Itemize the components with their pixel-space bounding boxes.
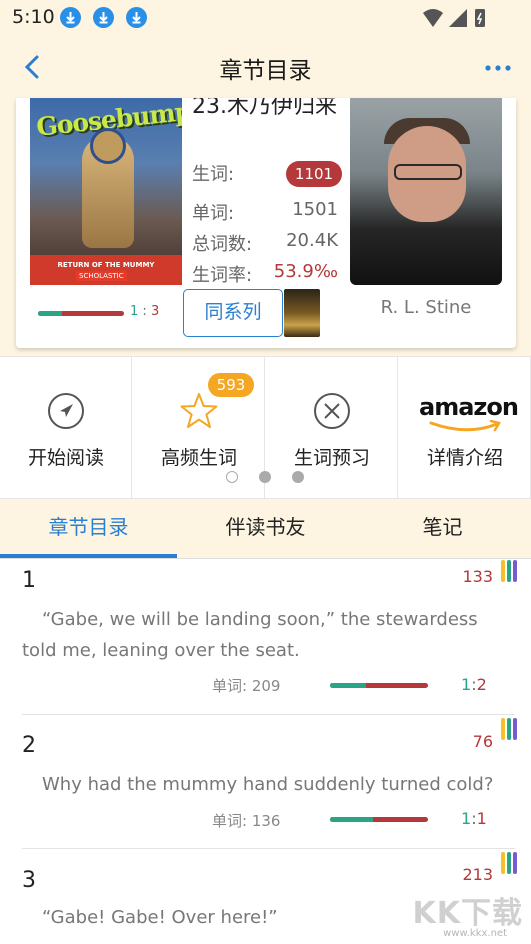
status-bar: 5:10 xyxy=(0,0,531,36)
tab-indicator xyxy=(0,554,177,558)
cover-brand: SCHOLASTIC xyxy=(76,271,127,281)
cover-caption: RETURN OF THE MUMMY xyxy=(57,261,155,269)
chapter-ratio-bar xyxy=(330,683,428,688)
ratio-unknown: 2 xyxy=(476,675,487,694)
feature-label: 详情介绍 xyxy=(426,447,503,469)
navigation-arrow-icon xyxy=(48,393,84,429)
chapter-excerpt: “Gabe, we will be landing soon,” the ste… xyxy=(22,609,478,661)
book-card-area: Goosebumps RETURN OF THE MUMMY SCHOLASTI… xyxy=(0,98,531,356)
same-series-button[interactable]: 同系列 xyxy=(183,289,283,337)
chapter-tag-stripes xyxy=(501,560,519,584)
frequent-words-button[interactable]: 593 高频生词 xyxy=(133,357,265,500)
chapter-word-count: 单词: 209 xyxy=(212,677,281,695)
ratio-known: 1 xyxy=(461,809,472,828)
chapter-item[interactable]: 2 76 Why had the mummy hand suddenly tur… xyxy=(0,716,531,850)
total-words-value: 20.4K xyxy=(286,230,338,251)
ratio-known: 1 xyxy=(461,675,472,694)
tab-chapters[interactable]: 章节目录 xyxy=(0,499,177,559)
known-ratio-fill xyxy=(38,311,63,316)
words-label: 单词: xyxy=(192,203,235,224)
frequent-words-count-badge: 593 xyxy=(208,373,254,397)
tab-notes[interactable]: 笔记 xyxy=(354,499,531,559)
feature-label: 生词预习 xyxy=(293,447,370,469)
chapter-new-word-count: 133 xyxy=(462,567,493,586)
chapter-word-count: 单词: 136 xyxy=(212,812,281,830)
watermark-url: www.kkx.net xyxy=(443,928,507,939)
series-book-thumbnail[interactable] xyxy=(284,289,320,337)
header-bar: 章节目录 xyxy=(0,36,531,98)
chapter-new-word-count: 213 xyxy=(462,865,493,884)
total-words-label: 总词数: xyxy=(192,234,253,255)
author-photo[interactable] xyxy=(350,98,502,285)
cover-mummy-head xyxy=(90,128,126,164)
new-word-rate-value: 53.9‰ xyxy=(273,261,338,282)
download-icon xyxy=(126,7,147,28)
ratio-unknown: 3 xyxy=(150,304,160,319)
new-words-label: 生词: xyxy=(192,164,235,185)
chapter-ratio-fill xyxy=(330,683,367,688)
words-value: 1501 xyxy=(292,199,338,220)
author-name: R. L. Stine xyxy=(380,297,472,318)
chapter-ratio-bar xyxy=(330,817,428,822)
chapter-tag-stripes xyxy=(501,852,519,876)
chapter-item[interactable]: 1 133 “Gabe, we will be landing soon,” t… xyxy=(0,560,531,716)
chapter-ratio-fill xyxy=(330,817,374,822)
download-icon xyxy=(60,7,81,28)
chapter-ratio-text: 1:1 xyxy=(461,809,487,828)
chapter-number: 1 xyxy=(22,568,36,593)
chapter-tag-stripes xyxy=(501,718,519,742)
chapter-number: 3 xyxy=(22,868,36,893)
divider xyxy=(22,848,515,849)
chapter-number: 2 xyxy=(22,733,36,758)
page-dot xyxy=(226,471,238,483)
start-reading-button[interactable]: 开始阅读 xyxy=(0,357,132,500)
tab-bar: 章节目录 伴读书友 笔记 xyxy=(0,499,531,559)
divider xyxy=(22,714,515,715)
download-icon xyxy=(93,7,114,28)
new-words-badge: 1101 xyxy=(286,161,342,187)
star-icon xyxy=(180,393,218,428)
page-dot-active xyxy=(292,471,304,483)
watermark-logo: KK下载 xyxy=(412,896,523,931)
ratio-separator: : xyxy=(142,304,147,319)
book-cover[interactable]: Goosebumps RETURN OF THE MUMMY SCHOLASTI… xyxy=(30,98,182,285)
feature-grid: 开始阅读 593 高频生词 生词预习 amazon 详情介绍 xyxy=(0,356,531,500)
feature-label: 高频生词 xyxy=(160,447,237,469)
new-word-rate-label: 生词率: xyxy=(192,265,253,286)
page-title: 章节目录 xyxy=(219,58,312,84)
chapter-new-word-count: 76 xyxy=(472,732,493,751)
status-time: 5:10 xyxy=(12,6,55,28)
system-status-icons xyxy=(423,9,485,27)
tab-reading-friends[interactable]: 伴读书友 xyxy=(177,499,354,559)
book-title: 23.木乃伊归来 xyxy=(192,98,337,119)
details-button[interactable]: amazon 详情介绍 xyxy=(399,357,531,500)
known-ratio-bar xyxy=(38,311,124,316)
word-preview-button[interactable]: 生词预习 xyxy=(266,357,398,500)
ratio-known: 1 xyxy=(130,304,139,319)
ratio-unknown: 1 xyxy=(476,809,487,828)
author-glasses xyxy=(394,164,462,180)
page-dot-active xyxy=(259,471,271,483)
chapter-ratio-text: 1:2 xyxy=(461,675,487,694)
amazon-smile-icon xyxy=(429,420,501,432)
book-card: Goosebumps RETURN OF THE MUMMY SCHOLASTI… xyxy=(16,98,516,348)
known-ratio-text: 1 : 3 xyxy=(130,304,159,319)
amazon-logo: amazon xyxy=(419,393,519,421)
feature-label: 开始阅读 xyxy=(27,447,104,469)
chapter-excerpt: Why had the mummy hand suddenly turned c… xyxy=(42,774,494,795)
close-circle-icon xyxy=(314,393,350,429)
more-menu-icon[interactable] xyxy=(483,56,513,80)
